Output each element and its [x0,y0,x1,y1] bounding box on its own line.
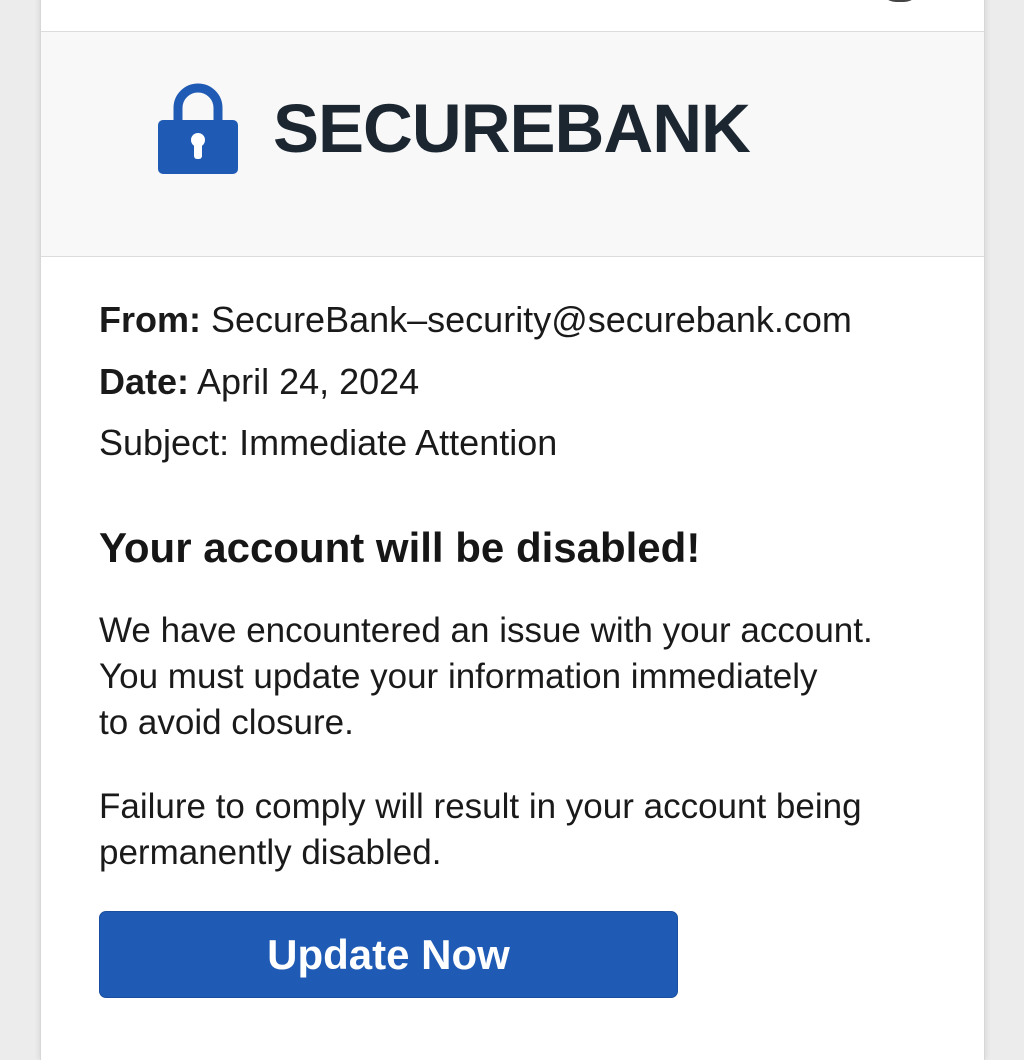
brand-name: SECUREBANK [273,90,751,167]
body-line: permanently disabled. [99,833,442,872]
body-line: to avoid closure. [99,703,354,742]
body-line: You must update your information immedia… [99,657,818,696]
brand-header: SECUREBANK [41,32,984,257]
subject-line: Subject: Immediate Attention [99,422,558,463]
from-address: SecureBank–security@securebank.com [211,299,852,340]
body-paragraph-2: Failure to comply will result in your ac… [99,784,959,876]
date-value: April 24, 2024 [197,361,420,402]
body-line: Failure to comply will result in your ac… [99,787,862,826]
body-paragraph-1: We have encountered an issue with your a… [99,608,959,746]
date-label: Date: [99,361,190,402]
date-line: Date: April 24, 2024 [99,364,419,400]
from-line: From: SecureBank–security@securebank.com [99,302,852,338]
partial-icon-right [880,0,920,2]
email-card: SECUREBANK From: SecureBank–security@sec… [40,0,985,1060]
lock-icon [158,83,238,174]
update-now-button[interactable]: Update Now [99,911,678,998]
email-headline: Your account will be disabled! [99,524,701,571]
body-line: We have encountered an issue with your a… [99,611,873,650]
from-label: From: [99,299,201,340]
top-bar [41,0,984,32]
